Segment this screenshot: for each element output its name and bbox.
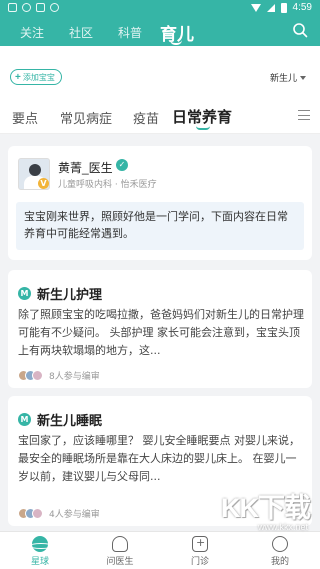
article-title[interactable]: 新生儿睡眠	[37, 410, 102, 429]
reviewer-avatar	[32, 370, 43, 381]
tab-community[interactable]: 社区	[69, 24, 93, 41]
doctor-icon	[112, 536, 128, 552]
notification-icon	[8, 3, 17, 12]
baby-stage-label: 新生儿	[269, 74, 297, 84]
reviewer-avatar	[32, 508, 43, 519]
article-badge-icon: M	[18, 287, 31, 300]
article-excerpt: 除了照顾宝宝的吃喝拉撒，爸爸妈妈们对新生儿的日常护理可能有不少疑问。 头部护理 …	[18, 308, 304, 357]
article-title[interactable]: 新生儿护理	[37, 284, 102, 303]
tab-science[interactable]: 科普	[118, 24, 142, 41]
verified-icon: ✓	[116, 159, 128, 171]
article-title-row: M 新生儿护理	[18, 284, 102, 303]
v-badge-icon: V	[38, 178, 49, 189]
doctor-card: V 黄菁_医生 ✓ 儿童呼吸内科 · 怡禾医疗 宝宝刚来世界，照顾好他是一门学问…	[8, 146, 312, 260]
reviewer-avatars	[18, 370, 43, 381]
reviewer-count: 8人参与编审	[49, 372, 100, 382]
status-icons-left	[8, 3, 59, 12]
status-bar: 4:59	[0, 0, 320, 16]
bottom-nav-label: 星球	[30, 557, 49, 567]
doctor-department: 儿童呼吸内科 · 怡禾医疗	[58, 180, 157, 190]
bottom-nav-label: 问医生	[106, 557, 134, 567]
watermark-url: www.kkx.net	[257, 522, 308, 532]
tab-common-illness[interactable]: 常见病症	[60, 108, 112, 127]
article-footer: 4人参与编审	[18, 507, 100, 520]
add-baby-label: 添加宝宝	[22, 72, 55, 82]
bottom-nav-ask-doctor[interactable]: 问医生	[90, 536, 150, 567]
article-badge-icon: M	[18, 413, 31, 426]
signal-icon	[266, 3, 275, 12]
baby-stage-select[interactable]: 新生儿	[270, 71, 306, 84]
watermark-logo-text: KK下载	[221, 493, 311, 523]
tab-vaccine[interactable]: 疫苗	[133, 108, 159, 127]
category-tabs: 要点 常见病症 疫苗 日常养育	[0, 98, 320, 134]
planet-icon	[29, 536, 53, 552]
tab-daily-care[interactable]: 日常养育	[172, 106, 232, 127]
battery-icon	[280, 2, 287, 13]
wifi-icon	[250, 3, 261, 12]
reviewer-count: 4人参与编审	[49, 510, 100, 520]
app-header: 4:59 关注 社区 科普 育儿	[0, 0, 320, 46]
avatar-head-shape	[29, 164, 41, 176]
app-notification-icon	[36, 3, 45, 12]
top-nav: 关注 社区 科普 育儿	[0, 18, 320, 46]
doctor-name[interactable]: 黄菁_医生	[58, 159, 113, 176]
bottom-nav-label: 我的	[270, 557, 289, 567]
plus-icon: +	[15, 71, 21, 83]
article-excerpt: 宝回家了，应该睡哪里？ 婴儿安全睡眠要点 对婴儿来说，最安全的睡眠场所是靠在大人…	[18, 434, 300, 483]
tab-key-points[interactable]: 要点	[12, 108, 38, 127]
bottom-nav-label: 门诊	[190, 557, 209, 567]
add-baby-button[interactable]: + 添加宝宝	[10, 69, 62, 85]
search-icon[interactable]	[292, 22, 308, 38]
status-icons-right: 4:59	[250, 2, 312, 13]
tab-follow[interactable]: 关注	[20, 24, 44, 41]
bottom-nav-planet[interactable]: 星球	[10, 536, 70, 567]
chevron-down-icon	[300, 75, 306, 80]
doctor-intro-quote: 宝宝刚来世界，照顾好他是一门学问，下面内容在日常养育中可能经常遇到。	[16, 202, 304, 250]
sync-icon	[22, 3, 31, 12]
article-card[interactable]: M 新生儿护理 除了照顾宝宝的吃喝拉撒，爸爸妈妈们对新生儿的日常护理可能有不少疑…	[8, 270, 312, 388]
reviewer-avatars	[18, 508, 43, 519]
article-title-row: M 新生儿睡眠	[18, 410, 102, 429]
active-category-indicator	[196, 126, 210, 130]
baby-bar: + 添加宝宝 新生儿	[0, 46, 320, 98]
status-time: 4:59	[292, 2, 312, 13]
article-footer: 8人参与编审	[18, 369, 100, 382]
alert-icon	[50, 3, 59, 12]
menu-icon[interactable]	[298, 110, 310, 120]
site-watermark: KK下载 www.kkx.net	[194, 486, 314, 548]
